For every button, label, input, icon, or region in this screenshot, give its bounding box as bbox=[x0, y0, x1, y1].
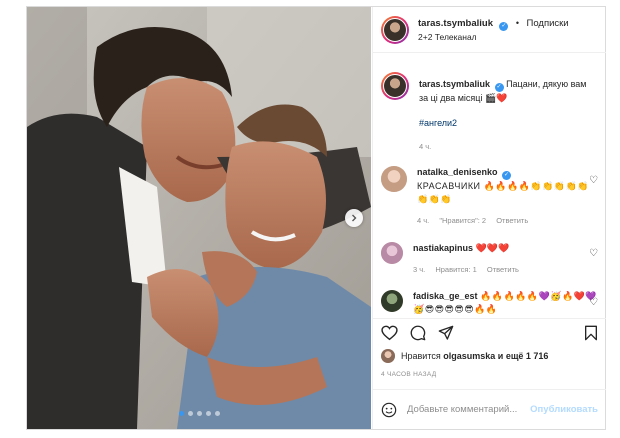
author-username[interactable]: taras.tsymbaliuk bbox=[418, 18, 493, 29]
comment-input[interactable]: Добавьте комментарий... bbox=[407, 404, 530, 415]
verified-icon: ✓ bbox=[499, 22, 509, 31]
post-actions: Нравится olgasumska и ещё 1 716 4 ЧАСОВ … bbox=[373, 318, 606, 388]
avatar[interactable] bbox=[381, 290, 403, 312]
share-icon bbox=[438, 325, 454, 340]
comment-item: natalka_denisenko ✓ КРАСАВЧИКИ 🔥🔥🔥🔥👏👏👏👏👏… bbox=[381, 166, 598, 227]
post-side-panel: taras.tsymbaliuk ✓ • Подписки 2+2 Телека… bbox=[372, 7, 606, 429]
comment-username[interactable]: fadiska_ge_est bbox=[413, 291, 478, 301]
comment-likes[interactable]: "Нравится": 2 bbox=[439, 216, 486, 225]
comment-text: ❤️❤️❤️ bbox=[475, 243, 510, 253]
avatar[interactable] bbox=[381, 15, 409, 44]
instagram-post: taras.tsymbaliuk ✓ • Подписки 2+2 Телека… bbox=[26, 6, 606, 430]
comment-like-heart-icon[interactable]: ♡ bbox=[589, 297, 598, 308]
comment-time[interactable]: 4 ч. bbox=[417, 216, 429, 225]
comment-text: КРАСАВЧИКИ 🔥🔥🔥🔥👏👏👏👏👏👏👏👏 bbox=[417, 181, 589, 204]
avatar[interactable] bbox=[381, 72, 409, 100]
following-button[interactable]: Подписки bbox=[527, 18, 569, 29]
post-timestamp[interactable]: 4 ЧАСОВ НАЗАД bbox=[381, 371, 598, 378]
separator: • bbox=[515, 18, 520, 28]
caption: taras.tsymbaliuk ✓ Пацани, дякую вам за … bbox=[381, 72, 598, 153]
reply-button[interactable]: Ответить bbox=[487, 265, 519, 274]
likes-username[interactable]: olgasumska bbox=[443, 351, 495, 361]
comment-button[interactable] bbox=[410, 325, 426, 341]
heart-icon bbox=[381, 325, 398, 341]
likes-prefix: Нравится bbox=[401, 351, 441, 361]
carousel-next-button[interactable] bbox=[345, 209, 363, 227]
carousel-dot bbox=[179, 411, 184, 416]
like-button[interactable] bbox=[381, 325, 398, 341]
save-button[interactable] bbox=[584, 325, 598, 341]
likes-summary[interactable]: Нравится olgasumska и ещё 1 716 bbox=[381, 349, 598, 363]
comment-time[interactable]: 3 ч. bbox=[413, 265, 425, 274]
avatar bbox=[381, 349, 395, 363]
caption-time[interactable]: 4 ч. bbox=[419, 142, 431, 151]
comment-username[interactable]: natalka_denisenko bbox=[417, 167, 498, 177]
post-photo[interactable] bbox=[27, 7, 371, 429]
verified-icon: ✓ bbox=[494, 83, 504, 92]
carousel-dot bbox=[197, 411, 202, 416]
verified-icon: ✓ bbox=[502, 171, 512, 180]
comments-list: taras.tsymbaliuk ✓ Пацани, дякую вам за … bbox=[373, 54, 606, 316]
hashtag-link[interactable]: #ангели2 bbox=[419, 117, 598, 130]
comment-icon bbox=[410, 325, 426, 341]
likes-count[interactable]: и ещё 1 716 bbox=[498, 351, 549, 361]
carousel-dot bbox=[188, 411, 193, 416]
carousel-dot bbox=[215, 411, 220, 416]
publish-button[interactable]: Опубликовать bbox=[530, 404, 598, 415]
carousel-dot bbox=[206, 411, 211, 416]
reply-button[interactable]: Ответить bbox=[496, 216, 528, 225]
comment-likes[interactable]: Нравится: 1 bbox=[435, 265, 476, 274]
comment-like-heart-icon[interactable]: ♡ bbox=[589, 248, 598, 259]
chevron-right-icon bbox=[352, 214, 357, 222]
avatar[interactable] bbox=[381, 166, 407, 192]
comment-username[interactable]: nastiakapinus bbox=[413, 243, 473, 253]
photo-illustration bbox=[27, 7, 371, 429]
carousel-indicator bbox=[179, 411, 220, 416]
comment-item: nastiakapinus ❤️❤️❤️ 3 ч. Нравится: 1 От… bbox=[381, 242, 598, 276]
location-label[interactable]: 2+2 Телеканал bbox=[418, 31, 569, 44]
bookmark-icon bbox=[585, 325, 597, 341]
add-comment-bar: Добавьте комментарий... Опубликовать bbox=[373, 389, 606, 429]
avatar[interactable] bbox=[381, 242, 403, 264]
share-button[interactable] bbox=[438, 325, 454, 341]
post-header: taras.tsymbaliuk ✓ • Подписки 2+2 Телека… bbox=[373, 7, 606, 53]
emoji-icon[interactable] bbox=[381, 402, 397, 418]
caption-username[interactable]: taras.tsymbaliuk bbox=[419, 79, 490, 89]
comment-item: fadiska_ge_est 🔥🔥🔥🔥🔥💜🥳🔥❤️💜🥳😎😎😎😎😎🔥🔥 bbox=[381, 290, 598, 316]
comment-like-heart-icon[interactable]: ♡ bbox=[589, 175, 598, 186]
